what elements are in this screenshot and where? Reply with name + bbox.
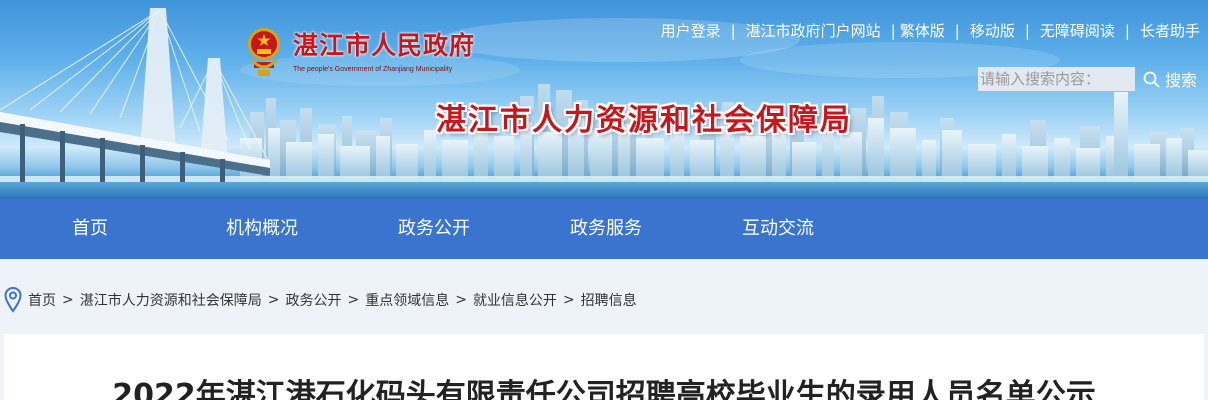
top-links: 用户登录 | 湛江市政府门户网站 | 繁体版 | 移动版 | 无障碍阅读 | 长… — [661, 20, 1200, 41]
mobile-version-link[interactable]: 移动版 — [970, 20, 1015, 41]
nav-item-gov-affairs[interactable]: 政务公开 — [398, 199, 470, 259]
nav-item-overview[interactable]: 机构概况 — [226, 199, 298, 259]
separator: | — [1124, 21, 1130, 40]
search-bar: 搜索 — [978, 66, 1197, 92]
breadcrumb-separator: > — [455, 292, 467, 308]
traditional-chinese-link[interactable]: 繁体版 — [900, 20, 945, 41]
nav-item-services[interactable]: 政务服务 — [570, 199, 642, 259]
breadcrumb-recruitment[interactable]: 招聘信息 — [581, 290, 637, 310]
elderly-assistant-link[interactable]: 长者助手 — [1140, 20, 1200, 41]
breadcrumb: 首页 > 湛江市人力资源和社会保障局 > 政务公开 > 重点领域信息 > 就业信… — [0, 286, 637, 314]
article-title: 2022年湛江港石化码头有限责任公司招聘高校毕业生的录用人员名单公示 — [112, 378, 1096, 400]
search-button[interactable]: 搜索 — [1143, 67, 1197, 91]
breadcrumb-bureau[interactable]: 湛江市人力资源和社会保障局 — [80, 290, 262, 310]
nav-item-home[interactable]: 首页 — [72, 199, 108, 259]
separator: | — [730, 21, 736, 40]
breadcrumb-key-areas[interactable]: 重点领域信息 — [365, 290, 449, 310]
separator: | — [954, 21, 960, 40]
breadcrumb-separator: > — [62, 292, 74, 308]
search-button-label: 搜索 — [1165, 71, 1198, 90]
location-pin-icon — [4, 287, 22, 313]
header-banner: 湛江市人民政府 The people's Government of Zhanj… — [0, 0, 1208, 199]
national-emblem-icon — [248, 28, 280, 76]
accessibility-link[interactable]: 无障碍阅读 — [1040, 20, 1115, 41]
breadcrumb-separator: > — [347, 292, 360, 308]
nav-item-interaction[interactable]: 互动交流 — [742, 199, 814, 259]
separator: | — [1024, 21, 1030, 40]
gov-title: 湛江市人民政府 — [293, 31, 476, 60]
breadcrumb-separator: > — [562, 292, 575, 308]
main-nav: 首页 机构概况 政务公开 政务服务 互动交流 — [0, 199, 1208, 259]
search-icon — [1143, 71, 1160, 87]
breadcrumb-gov-affairs[interactable]: 政务公开 — [285, 290, 341, 310]
breadcrumb-employment-info[interactable]: 就业信息公开 — [473, 290, 557, 310]
login-link[interactable]: 用户登录 — [661, 20, 721, 41]
gov-portal-link[interactable]: 湛江市政府门户网站 — [746, 20, 881, 41]
bureau-title: 湛江市人力资源和社会保障局 — [436, 103, 852, 138]
article-panel: 2022年湛江港石化码头有限责任公司招聘高校毕业生的录用人员名单公示 — [4, 334, 1204, 400]
search-input[interactable] — [978, 67, 1135, 91]
gov-subtitle: The people's Government of Zhanjiang Mun… — [293, 66, 453, 73]
separator: | — [890, 21, 896, 40]
breadcrumb-home[interactable]: 首页 — [28, 290, 56, 310]
breadcrumb-separator: > — [267, 292, 280, 308]
